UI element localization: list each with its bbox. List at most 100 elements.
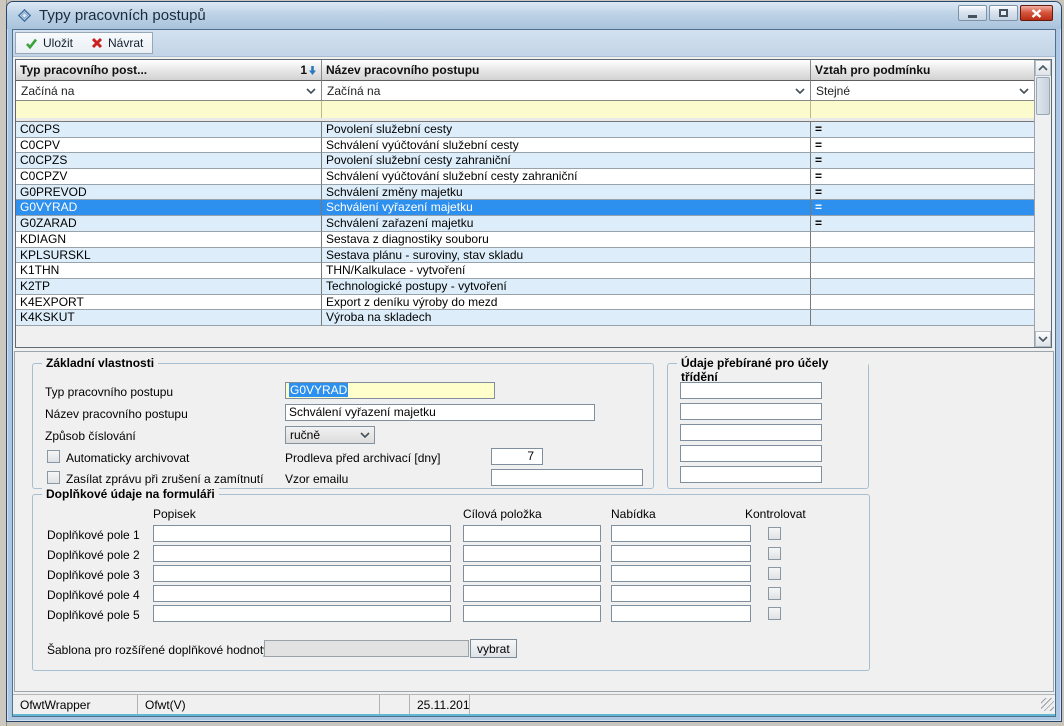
popisek-input-1[interactable] [153, 525, 451, 542]
search-input-typ[interactable] [16, 101, 322, 118]
table-row[interactable]: C0CPSPovolení služební cesty= [16, 122, 1034, 138]
cell-typ[interactable]: K4EXPORT [16, 295, 322, 311]
popisek-input-5[interactable] [153, 605, 451, 622]
cell-typ[interactable]: C0CPZS [16, 153, 322, 169]
sorting-field-1[interactable] [680, 382, 822, 399]
cell-typ[interactable]: G0PREVOD [16, 185, 322, 201]
kontrolovat-checkbox-4[interactable] [768, 587, 781, 600]
cell-nazev[interactable]: Schválení změny majetku [322, 185, 811, 201]
cell-vztah[interactable]: = [811, 153, 1034, 169]
kontrolovat-checkbox-5[interactable] [768, 607, 781, 620]
table-row[interactable]: G0ZARADSchválení zařazení majetku= [16, 216, 1034, 232]
cilova-input-1[interactable] [463, 525, 601, 542]
filter-dropdown-vztah[interactable]: Stejné [811, 81, 1034, 101]
cell-nazev[interactable]: Sestava z diagnostiky souboru [322, 232, 811, 248]
table-row[interactable]: C0CPZSPovolení služební cesty zahraniční… [16, 153, 1034, 169]
cell-vztah[interactable] [811, 232, 1034, 248]
vertical-scrollbar[interactable] [1034, 60, 1051, 347]
search-input-nazev[interactable] [322, 101, 811, 118]
filter-dropdown-typ[interactable]: Začíná na [16, 81, 322, 101]
cell-nazev[interactable]: Sestava plánu - suroviny, stav skladu [322, 248, 811, 264]
cell-vztah[interactable]: = [811, 122, 1034, 138]
kontrolovat-checkbox-1[interactable] [768, 527, 781, 540]
cell-vztah[interactable]: = [811, 169, 1034, 185]
sorting-field-5[interactable] [680, 466, 822, 483]
search-input-vztah[interactable] [811, 101, 1034, 118]
cell-nazev[interactable]: Export z deníku výroby do mezd [322, 295, 811, 311]
popisek-input-4[interactable] [153, 585, 451, 602]
cell-vztah[interactable] [811, 263, 1034, 279]
cell-nazev[interactable]: Schválení vyúčtování služební cesty [322, 138, 811, 154]
column-header-vztah[interactable]: Vztah pro podmínku [811, 60, 1034, 81]
cell-typ[interactable]: G0ZARAD [16, 216, 322, 232]
resize-grip[interactable] [1041, 698, 1054, 711]
auto-archiv-checkbox[interactable] [47, 450, 60, 463]
cell-nazev[interactable]: Schválení zařazení majetku [322, 216, 811, 232]
vzor-input[interactable] [491, 469, 643, 486]
filter-dropdown-nazev[interactable]: Začíná na [322, 81, 811, 101]
cell-typ[interactable]: C0CPS [16, 122, 322, 138]
cilova-input-4[interactable] [463, 585, 601, 602]
nazev-input[interactable]: Schválení vyřazení majetku [285, 404, 595, 421]
table-row[interactable]: KPLSURSKLSestava plánu - suroviny, stav … [16, 248, 1034, 264]
table-row[interactable]: K4EXPORTExport z deníku výroby do mezd [16, 295, 1034, 311]
scroll-up-button[interactable] [1035, 60, 1051, 76]
sorting-field-3[interactable] [680, 424, 822, 441]
cilova-input-5[interactable] [463, 605, 601, 622]
cell-nazev[interactable]: Výroba na skladech [322, 310, 811, 326]
titlebar[interactable]: Typy pracovních postupů [7, 2, 1061, 29]
cell-nazev[interactable]: Povolení služební cesty zahraniční [322, 153, 811, 169]
cell-nazev[interactable]: Schválení vyřazení majetku [322, 200, 811, 216]
nabidka-input-1[interactable] [611, 525, 751, 542]
nabidka-input-2[interactable] [611, 545, 751, 562]
cell-nazev[interactable]: Technologické postupy - vytvoření [322, 279, 811, 295]
nabidka-input-5[interactable] [611, 605, 751, 622]
zasilat-checkbox[interactable] [47, 471, 60, 484]
popisek-input-2[interactable] [153, 545, 451, 562]
sorting-field-2[interactable] [680, 403, 822, 420]
kontrolovat-checkbox-2[interactable] [768, 547, 781, 560]
cell-vztah[interactable] [811, 279, 1034, 295]
table-row[interactable]: K4KSKUTVýroba na skladech [16, 310, 1034, 326]
sablona-input[interactable] [264, 640, 469, 657]
cell-typ[interactable]: KDIAGN [16, 232, 322, 248]
cell-typ[interactable]: K1THN [16, 263, 322, 279]
cell-nazev[interactable]: Schválení vyúčtování služební cesty zahr… [322, 169, 811, 185]
cell-typ[interactable]: C0CPV [16, 138, 322, 154]
nabidka-input-3[interactable] [611, 565, 751, 582]
cell-typ[interactable]: C0CPZV [16, 169, 322, 185]
table-row[interactable]: KDIAGNSestava z diagnostiky souboru [16, 232, 1034, 248]
popisek-input-3[interactable] [153, 565, 451, 582]
maximize-button[interactable] [989, 5, 1018, 21]
table-row[interactable]: K2TPTechnologické postupy - vytvoření [16, 279, 1034, 295]
nabidka-input-4[interactable] [611, 585, 751, 602]
prodleva-input[interactable]: 7 [491, 448, 543, 465]
zpusob-combobox[interactable]: ručně [285, 426, 375, 444]
close-button[interactable] [1020, 5, 1053, 21]
cell-vztah[interactable]: = [811, 200, 1034, 216]
cilova-input-2[interactable] [463, 545, 601, 562]
table-row[interactable]: C0CPZVSchválení vyúčtování služební cest… [16, 169, 1034, 185]
table-row[interactable]: G0PREVODSchválení změny majetku= [16, 185, 1034, 201]
sorting-field-4[interactable] [680, 445, 822, 462]
cell-nazev[interactable]: Povolení služební cesty [322, 122, 811, 138]
cell-vztah[interactable] [811, 310, 1034, 326]
column-header-typ[interactable]: Typ pracovního post... 1 [16, 60, 322, 81]
cell-typ[interactable]: KPLSURSKL [16, 248, 322, 264]
table-row[interactable]: C0CPVSchválení vyúčtování služební cesty… [16, 138, 1034, 154]
vybrat-button[interactable]: vybrat [470, 639, 517, 658]
typ-input[interactable]: G0VYRAD [285, 382, 495, 399]
back-button[interactable]: Návrat [82, 33, 152, 53]
cell-vztah[interactable]: = [811, 138, 1034, 154]
scrollbar-thumb[interactable] [1036, 77, 1050, 115]
cell-typ[interactable]: K2TP [16, 279, 322, 295]
cell-vztah[interactable] [811, 248, 1034, 264]
cell-vztah[interactable] [811, 295, 1034, 311]
kontrolovat-checkbox-3[interactable] [768, 567, 781, 580]
save-button[interactable]: Uložit [16, 33, 82, 53]
scroll-down-button[interactable] [1035, 331, 1051, 347]
column-header-nazev[interactable]: Název pracovního postupu [322, 60, 811, 81]
cell-vztah[interactable]: = [811, 185, 1034, 201]
minimize-button[interactable] [958, 5, 987, 21]
cell-typ[interactable]: K4KSKUT [16, 310, 322, 326]
